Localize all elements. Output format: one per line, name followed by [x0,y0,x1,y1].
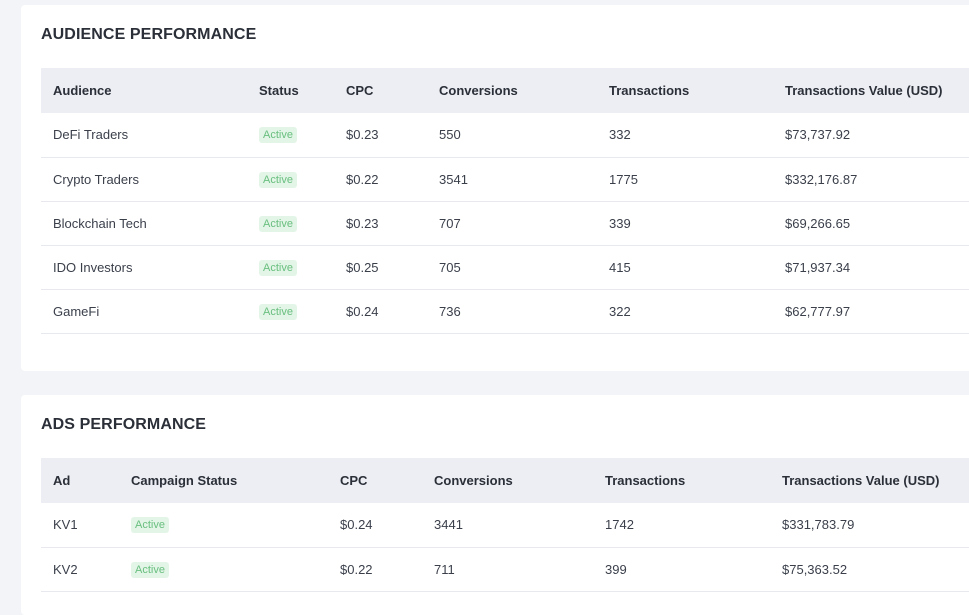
audience-name: Crypto Traders [53,171,139,187]
audience-performance-title: AUDIENCE PERFORMANCE [41,26,257,43]
conversions-value: 736 [439,303,461,319]
conversions-value: 705 [439,259,461,275]
table-row[interactable]: Crypto Traders Active $0.22 3541 1775 $3… [41,157,969,201]
ads-performance-title: ADS PERFORMANCE [41,416,207,433]
ad-name: KV1 [53,517,78,533]
transactions-value: 1775 [609,171,638,187]
status-badge: Active [131,561,169,578]
transactions-usd-value: $71,937.34 [785,259,851,275]
transactions-usd-value: $331,783.79 [782,517,855,533]
ads-performance-card: ADS PERFORMANCE Ad Campaign Status CPC C… [21,395,969,615]
transactions-usd-value: $75,363.52 [782,561,848,577]
column-header-cpc[interactable]: CPC [328,458,422,503]
table-row[interactable]: DeFi Traders Active $0.23 550 332 $73,73… [41,113,969,157]
table-header-row: Audience Status CPC Conversions Transact… [41,68,969,113]
audience-performance-table: Audience Status CPC Conversions Transact… [41,68,969,334]
transactions-value: 1742 [605,517,634,533]
transactions-usd-value: $73,737.92 [785,127,851,143]
column-header-audience[interactable]: Audience [41,68,247,113]
column-header-conversions[interactable]: Conversions [427,68,597,113]
conversions-value: 3441 [434,517,463,533]
column-header-ad[interactable]: Ad [41,458,119,503]
transactions-value: 399 [605,561,627,577]
audience-name: Blockchain Tech [53,215,147,231]
cpc-value: $0.24 [346,303,379,319]
conversions-value: 550 [439,127,461,143]
status-badge: Active [131,517,169,534]
table-row[interactable]: Blockchain Tech Active $0.23 707 339 $69… [41,201,969,245]
status-badge: Active [259,215,297,232]
cpc-value: $0.23 [346,215,379,231]
status-badge: Active [259,303,297,320]
column-header-transactions[interactable]: Transactions [597,68,773,113]
table-header-row: Ad Campaign Status CPC Conversions Trans… [41,458,969,503]
audience-name: IDO Investors [53,259,133,275]
audience-name: GameFi [53,303,100,319]
transactions-value: 332 [609,127,631,143]
column-header-campaign-status[interactable]: Campaign Status [119,458,328,503]
table-row[interactable]: IDO Investors Active $0.25 705 415 $71,9… [41,245,969,289]
table-row[interactable]: KV2 Active $0.22 711 399 $75,363.52 [41,547,969,591]
status-badge: Active [259,171,297,188]
column-header-transactions[interactable]: Transactions [593,458,770,503]
cpc-value: $0.24 [340,517,373,533]
transactions-usd-value: $69,266.65 [785,215,851,231]
transactions-value: 415 [609,259,631,275]
audience-name: DeFi Traders [53,127,129,143]
ad-name: KV2 [53,561,78,577]
cpc-value: $0.22 [340,561,373,577]
conversions-value: 707 [439,215,461,231]
table-row[interactable]: KV1 Active $0.24 3441 1742 $331,783.79 [41,503,969,547]
conversions-value: 3541 [439,171,468,187]
ads-performance-table: Ad Campaign Status CPC Conversions Trans… [41,458,969,592]
column-header-conversions[interactable]: Conversions [422,458,593,503]
transactions-value: 322 [609,303,631,319]
transactions-usd-value: $332,176.87 [785,171,858,187]
cpc-value: $0.23 [346,127,379,143]
column-header-status[interactable]: Status [247,68,334,113]
status-badge: Active [259,127,297,144]
transactions-value: 339 [609,215,631,231]
table-row[interactable]: GameFi Active $0.24 736 322 $62,777.97 [41,289,969,333]
transactions-usd-value: $62,777.97 [785,303,851,319]
column-header-transactions-value[interactable]: Transactions Value (USD) [770,458,969,503]
column-header-transactions-value[interactable]: Transactions Value (USD) [773,68,969,113]
status-badge: Active [259,259,297,276]
column-header-cpc[interactable]: CPC [334,68,427,113]
conversions-value: 711 [434,561,455,577]
cpc-value: $0.22 [346,171,379,187]
audience-performance-card: AUDIENCE PERFORMANCE Audience Status CPC… [21,5,969,371]
cpc-value: $0.25 [346,259,379,275]
